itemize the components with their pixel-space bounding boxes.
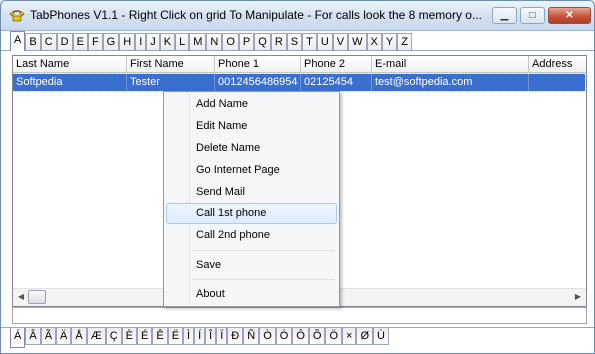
tab-accented-letter[interactable]: É [137, 328, 153, 345]
tab-letter[interactable]: V [332, 33, 349, 50]
tab-letter[interactable]: X [366, 33, 382, 50]
phone-app-icon [9, 10, 25, 22]
column-header-phone-2[interactable]: Phone 2 [301, 56, 372, 73]
cell-phone-2[interactable]: 02125454 [301, 74, 372, 91]
tab-letter[interactable]: F [87, 33, 103, 50]
app-window: TabPhones V1.1 - Right Click on grid To … [0, 0, 595, 354]
cell-last-name[interactable]: Softpedia [13, 74, 127, 91]
tab-letter[interactable]: T [302, 33, 317, 50]
tab-accented-letter[interactable]: Î [205, 328, 217, 345]
column-header-email[interactable]: E-mail [372, 56, 529, 73]
tab-accented-letter[interactable]: Ì [183, 328, 195, 345]
menu-item-about[interactable]: About [166, 284, 337, 305]
column-header-first-name[interactable]: First Name [127, 56, 215, 73]
column-header-phone-1[interactable]: Phone 1 [215, 56, 301, 73]
maximize-button[interactable]: □ [520, 7, 545, 24]
cell-address[interactable] [529, 74, 585, 91]
cell-first-name[interactable]: Tester [127, 74, 215, 91]
status-field [12, 307, 587, 324]
tab-accented-letter[interactable]: Ñ [243, 328, 260, 345]
title-bar[interactable]: TabPhones V1.1 - Right Click on grid To … [1, 1, 594, 31]
tab-letter[interactable]: R [270, 33, 287, 50]
tab-letter[interactable]: P [238, 33, 255, 50]
tab-letter[interactable]: M [189, 33, 207, 50]
menu-item-delete-name[interactable]: Delete Name [166, 138, 337, 159]
menu-separator [192, 250, 335, 251]
tab-accented-letter[interactable]: × [342, 328, 357, 345]
cell-email[interactable]: test@softpedia.com [372, 74, 529, 91]
tab-accented-letter[interactable]: Â [25, 328, 41, 345]
tab-letter[interactable]: D [56, 33, 73, 50]
tab-accented-letter[interactable]: Ù [373, 328, 389, 345]
menu-item-call-2nd-phone[interactable]: Call 2nd phone [166, 225, 337, 246]
menu-item-save[interactable]: Save [166, 255, 337, 276]
letter-tabs-bottom: Á Â Ã Ä Å Æ Ç È É Ê Ë Ì Í Î Ï Ð Ñ Ò Ó Ô … [10, 328, 389, 348]
tab-letter[interactable]: S [286, 33, 303, 50]
tab-accented-letter[interactable]: Í [194, 328, 206, 345]
tab-letter[interactable]: N [206, 33, 223, 50]
grid-header: Last Name First Name Phone 1 Phone 2 E-m… [13, 56, 586, 73]
minimize-button[interactable]: ▁ [492, 7, 517, 24]
tab-accented-letter[interactable]: Ô [292, 328, 309, 345]
tab-accented-letter[interactable]: Ë [167, 328, 184, 345]
close-button[interactable]: ✕ [548, 7, 591, 24]
tab-letter[interactable]: G [102, 33, 120, 50]
menu-item-go-internet-page[interactable]: Go Internet Page [166, 160, 337, 181]
scroll-left-arrow-icon[interactable]: ◀ [15, 291, 27, 303]
tab-letter[interactable]: B [25, 33, 41, 50]
menu-separator [192, 279, 335, 280]
tab-accented-letter[interactable]: Ç [105, 328, 122, 345]
tab-letter[interactable]: W [348, 33, 367, 50]
tab-accented-letter[interactable]: Õ [308, 328, 326, 345]
letter-tabs-top: A B C D E F G H I J K L M N O P Q R S T … [10, 31, 412, 51]
tab-accented-letter[interactable]: Á [10, 328, 26, 348]
tab-accented-letter[interactable]: Ä [56, 328, 72, 345]
tab-accented-letter[interactable]: Ø [356, 328, 374, 345]
cell-phone-1[interactable]: 0012456486954 [215, 74, 301, 91]
tab-accented-letter[interactable]: Ö [325, 328, 343, 345]
menu-item-call-1st-phone[interactable]: Call 1st phone [166, 203, 337, 224]
menu-item-add-name[interactable]: Add Name [166, 94, 337, 115]
tabs-divider [1, 50, 594, 51]
menu-item-send-mail[interactable]: Send Mail [166, 182, 337, 203]
scroll-right-arrow-icon[interactable]: ▶ [572, 291, 584, 303]
column-header-last-name[interactable]: Last Name [13, 56, 127, 73]
tab-accented-letter[interactable]: Ð [227, 328, 244, 345]
window-title: TabPhones V1.1 - Right Click on grid To … [30, 8, 482, 22]
tab-accented-letter[interactable]: Ó [275, 328, 293, 345]
tab-accented-letter[interactable]: Ê [152, 328, 168, 345]
tab-letter[interactable]: Y [381, 33, 398, 50]
tab-letter[interactable]: O [222, 33, 239, 50]
tab-letter[interactable]: K [159, 33, 176, 50]
tab-letter[interactable]: L [175, 33, 190, 50]
context-menu: Add Name Edit Name Delete Name Go Intern… [163, 91, 340, 307]
tab-letter[interactable]: H [119, 33, 136, 50]
tab-letter[interactable]: C [40, 33, 57, 50]
tab-letter[interactable]: Z [397, 33, 412, 50]
menu-item-edit-name[interactable]: Edit Name [166, 116, 337, 137]
column-header-address[interactable]: Address [529, 56, 586, 73]
tab-accented-letter[interactable]: Æ [86, 328, 106, 345]
tab-letter[interactable]: A [10, 31, 26, 51]
tab-accented-letter[interactable]: È [121, 328, 138, 345]
tab-letter[interactable]: Q [254, 33, 271, 50]
tab-letter[interactable]: J [146, 33, 160, 50]
tab-letter[interactable]: U [316, 33, 333, 50]
tab-letter[interactable]: E [72, 33, 88, 50]
table-row[interactable]: Softpedia Tester 0012456486954 02125454 … [13, 73, 586, 92]
tab-accented-letter[interactable]: Ò [259, 328, 276, 345]
tab-letter[interactable]: I [135, 33, 147, 50]
tab-accented-letter[interactable]: Ã [40, 328, 57, 345]
tab-accented-letter[interactable]: Å [71, 328, 87, 345]
tab-accented-letter[interactable]: Ï [216, 328, 228, 345]
scrollbar-thumb[interactable] [28, 290, 46, 304]
